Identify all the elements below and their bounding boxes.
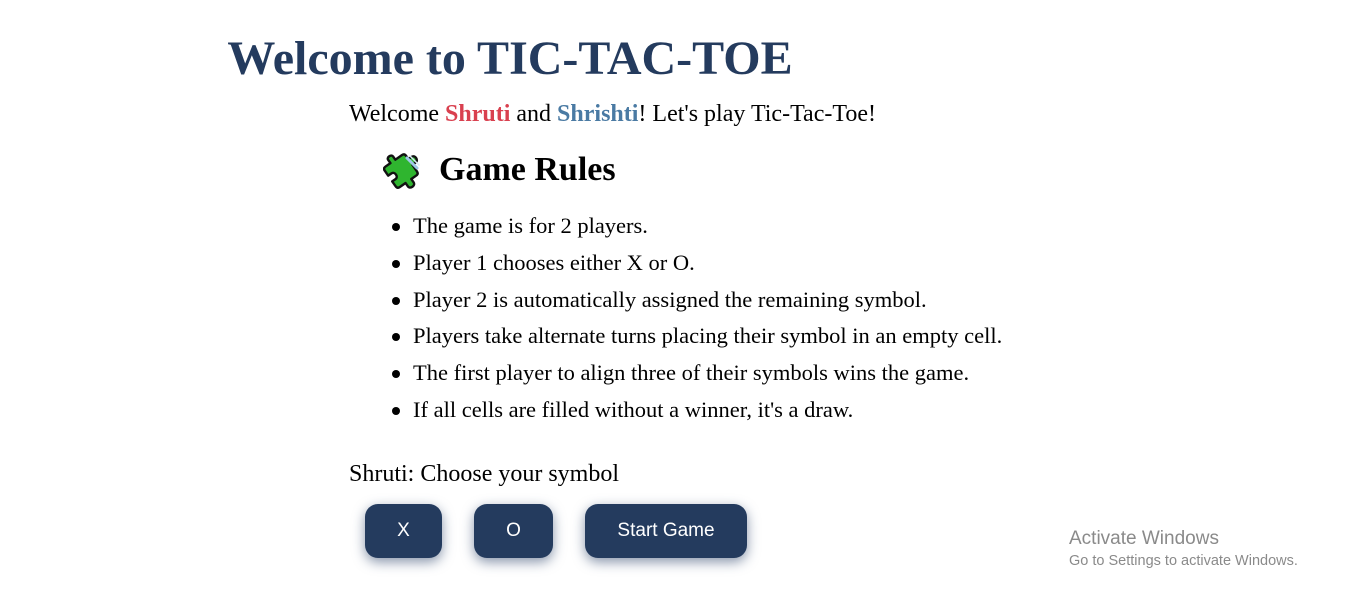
player1-name: Shruti [445,101,511,127]
rules-title: Game Rules [439,151,616,188]
rule-text: Players take alternate turns placing the… [413,323,1003,349]
bullet [392,406,400,415]
rule-text: Player 2 is automatically assigned the r… [413,286,927,312]
start-game-button[interactable]: Start Game [585,504,747,558]
bullet [392,223,400,231]
watermark-subtitle: Go to Settings to activate Windows. [1069,553,1298,569]
list-item: Players take alternate turns placing the… [349,318,1002,355]
bullet [392,296,400,305]
rule-text: If all cells are filled without a winner… [413,396,854,422]
bullet [392,370,400,379]
symbol-prompt: Shruti: Choose your symbol [349,461,620,487]
welcome-middle: and [510,101,558,127]
welcome-suffix: ! Let's play Tic-Tac-Toe! [638,101,876,127]
bullet [392,333,400,342]
page-title: Welcome to TIC-TAC-TOE [227,32,793,85]
rules-heading: Game Rules [382,148,616,192]
activate-windows-watermark: Activate Windows Go to Settings to activ… [1069,528,1298,572]
rule-text: Player 1 chooses either X or O. [413,249,695,275]
rule-text: The first player to align three of their… [413,360,970,386]
choose-o-button[interactable]: O [474,504,553,558]
list-item: The first player to align three of their… [349,355,1002,392]
player2-name: Shrishti [557,101,639,127]
list-item: Player 2 is automatically assigned the r… [349,282,1002,319]
list-item: Player 1 chooses either X or O. [349,245,1002,282]
watermark-title: Activate Windows [1069,528,1219,549]
rule-text: The game is for 2 players. [413,213,648,238]
list-item: The game is for 2 players. [349,208,1002,245]
welcome-message: Welcome Shruti and Shrishti! Let's play … [349,99,876,129]
welcome-prefix: Welcome [349,101,446,127]
rules-list: The game is for 2 players. Player 1 choo… [349,208,1002,429]
list-item: If all cells are filled without a winner… [349,392,1002,429]
puzzle-piece-icon [382,148,427,192]
choose-x-button[interactable]: X [365,504,442,558]
bullet [392,259,400,268]
